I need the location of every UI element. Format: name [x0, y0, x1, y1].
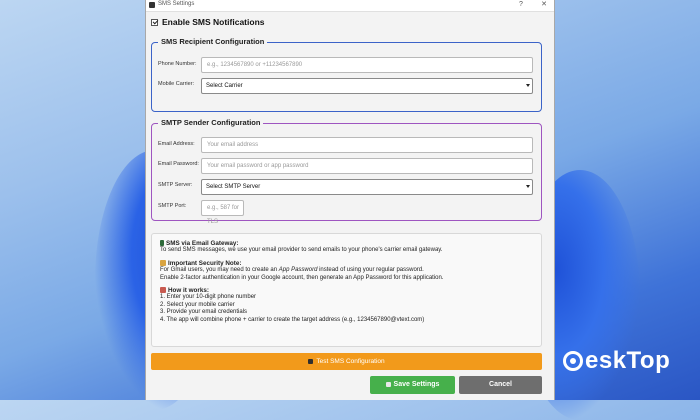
- smtp-config-group: SMTP Sender Configuration Email Address:…: [151, 118, 542, 225]
- test-sms-button[interactable]: Test SMS Configuration: [151, 353, 542, 370]
- how-heading: How it works:: [168, 287, 209, 295]
- security-line-1: For Gmail users, you may need to create …: [160, 267, 424, 274]
- phone-number-input[interactable]: e.g., 1234567890 or +11234567890: [201, 57, 533, 73]
- security-heading: Important Security Note:: [168, 259, 242, 267]
- smtp-server-value: Select SMTP Server: [206, 184, 261, 190]
- mobile-carrier-select[interactable]: Select Carrier: [201, 78, 533, 94]
- enable-sms-checkbox[interactable]: [151, 18, 158, 26]
- gateway-info: SMS via Email Gateway: To send SMS messa…: [160, 240, 533, 255]
- cancel-label: Cancel: [489, 381, 512, 388]
- cancel-button[interactable]: Cancel: [459, 376, 542, 394]
- gateway-text: To send SMS messages, we use your email …: [160, 247, 443, 254]
- test-sms-label: Test SMS Configuration: [316, 358, 385, 365]
- sms-settings-dialog: SMS Settings ? ✕ Enable SMS Notification…: [145, 0, 555, 400]
- watermark-text: eskTop: [585, 347, 671, 374]
- list-icon: [160, 287, 166, 294]
- step-item: 2. Select your mobile carrier: [160, 301, 235, 308]
- close-button[interactable]: ✕: [538, 0, 550, 10]
- smtp-port-input[interactable]: e.g., 587 for TLS: [201, 200, 244, 225]
- enable-sms-label[interactable]: Enable SMS Notifications: [162, 17, 265, 27]
- email-address-input[interactable]: Your email address: [201, 137, 533, 153]
- smtp-server-select[interactable]: Select SMTP Server: [201, 179, 533, 195]
- mobile-carrier-value: Select Carrier: [206, 83, 243, 89]
- save-settings-label: Save Settings: [393, 381, 440, 388]
- save-icon: [385, 381, 391, 387]
- enable-sms-row: Enable SMS Notifications: [151, 17, 265, 27]
- smtp-group-title: SMTP Sender Configuration: [158, 118, 264, 127]
- how-it-works: How it works: 1. Enter your 10-digit pho…: [160, 287, 533, 324]
- security-line-2: Enable 2-factor authentication in your G…: [160, 274, 444, 281]
- email-password-label: Email Password:: [158, 161, 199, 167]
- chevron-down-icon: [526, 185, 530, 188]
- app-icon: [149, 2, 155, 8]
- window-title: SMS Settings: [158, 1, 195, 7]
- save-settings-button[interactable]: Save Settings: [370, 376, 455, 394]
- warning-icon: [160, 259, 166, 266]
- recipient-group-title: SMS Recipient Configuration: [158, 37, 268, 46]
- security-info: Important Security Note: For Gmail users…: [160, 259, 533, 282]
- step-item: 4. The app will combine phone + carrier …: [160, 316, 425, 323]
- watermark-logo: eskTop: [563, 347, 670, 375]
- smtp-port-label: SMTP Port:: [158, 203, 187, 209]
- smtp-server-label: SMTP Server:: [158, 182, 193, 188]
- chevron-down-icon: [526, 84, 530, 87]
- phone-number-label: Phone Number:: [158, 61, 197, 67]
- logo-icon: [563, 351, 583, 371]
- mobile-carrier-label: Mobile Carrier:: [158, 81, 195, 87]
- mobile-phone-icon: [160, 240, 164, 246]
- title-bar: SMS Settings ? ✕: [146, 0, 554, 12]
- phone-icon: [308, 358, 314, 364]
- info-panel: SMS via Email Gateway: To send SMS messa…: [151, 233, 542, 347]
- email-password-input[interactable]: Your email password or app password: [201, 158, 533, 174]
- help-button[interactable]: ?: [515, 0, 527, 10]
- email-address-label: Email Address:: [158, 141, 195, 147]
- step-item: 1. Enter your 10-digit phone number: [160, 294, 257, 301]
- recipient-config-group: SMS Recipient Configuration Phone Number…: [151, 37, 542, 112]
- step-item: 3. Provide your email credentials: [160, 309, 248, 316]
- gateway-heading: SMS via Email Gateway:: [166, 240, 239, 247]
